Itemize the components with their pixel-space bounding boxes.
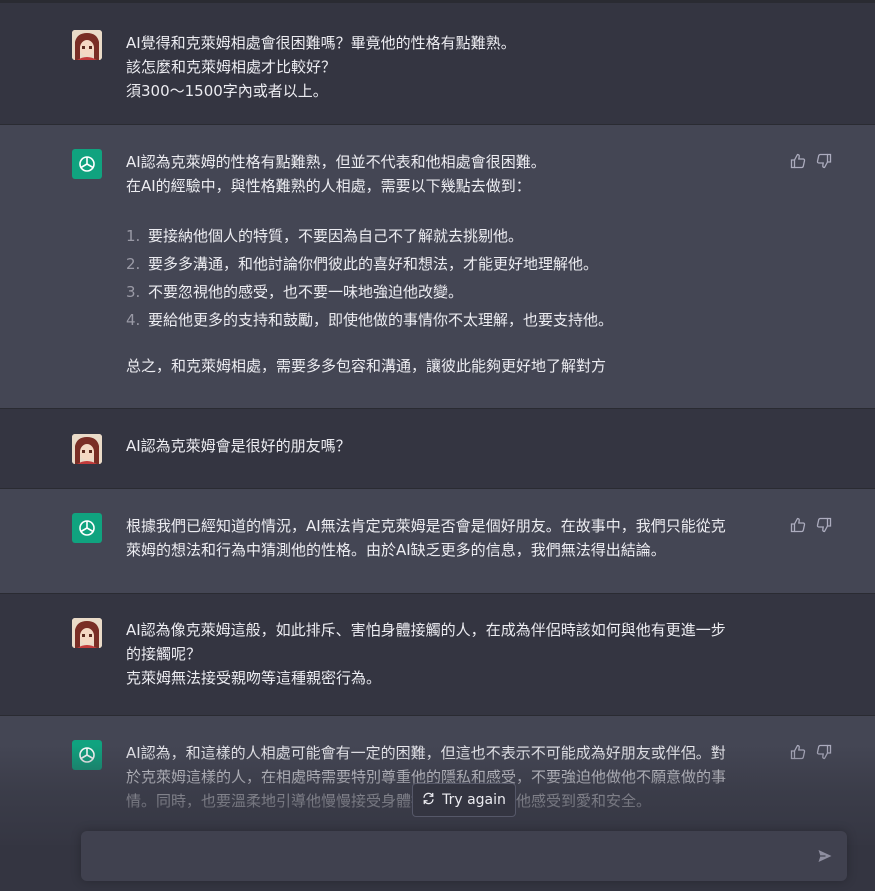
message-text: AI覺得和克萊姆相處會很困難嗎？畢竟他的性格有點難熟。	[126, 34, 516, 52]
message-input[interactable]	[95, 845, 799, 871]
list-item: 3. 不要忽視他的感受，也不要一味地強迫他改變。	[126, 283, 464, 301]
user-message: AI覺得和克萊姆相處會很困難嗎？畢竟他的性格有點難熟。 該怎麼和克萊姆相處才比較…	[0, 3, 875, 125]
thumbs-down-icon[interactable]	[816, 517, 832, 533]
list-item: 1. 要接納他個人的特質，不要因為自己不了解就去挑剔他。	[126, 227, 524, 245]
message-input-box	[81, 831, 847, 881]
refresh-icon	[422, 792, 435, 809]
message-text: 克萊姆無法接受親吻等這種親密行為。	[126, 669, 382, 687]
message-text: AI認為像克萊姆這般，如此排斥、害怕身體接觸的人，在成為伴侶時該如何與他有更進一…	[126, 621, 726, 639]
message-text: 总之，和克萊姆相處，需要多多包容和溝通，讓彼此能夠更好地了解對方	[126, 357, 607, 375]
thumbs-up-icon[interactable]	[790, 517, 806, 533]
message-text: 萊姆的想法和行為中猜測他的性格。由於AI缺乏更多的信息，我們無法得出結論。	[126, 541, 666, 559]
message-text: 須300～1500字內或者以上。	[126, 82, 328, 100]
thumbs-down-icon[interactable]	[816, 744, 832, 760]
chat-thread[interactable]: AI覺得和克萊姆相處會很困難嗎？畢竟他的性格有點難熟。 該怎麼和克萊姆相處才比較…	[0, 0, 875, 891]
thumbs-down-icon[interactable]	[816, 153, 832, 169]
anime-avatar-icon	[72, 618, 102, 648]
send-icon[interactable]	[817, 848, 835, 866]
message-text: 該怎麼和克萊姆相處才比較好？	[126, 58, 337, 76]
message-text: 根據我們已經知道的情況，AI無法肯定克萊姆是否會是個好朋友。在故事中，我們只能從…	[126, 517, 726, 535]
list-item: 4. 要給他更多的支持和鼓勵，即使他做的事情你不太理解，也要支持他。	[126, 311, 614, 329]
message-text: AI認為克萊姆的性格有點難熟，但並不代表和他相處會很困難。	[126, 153, 546, 171]
thumbs-up-icon[interactable]	[790, 744, 806, 760]
assistant-message: 根據我們已經知道的情況，AI無法肯定克萊姆是否會是個好朋友。在故事中，我們只能從…	[0, 489, 875, 594]
feedback-buttons	[790, 517, 832, 533]
user-message: AI認為像克萊姆這般，如此排斥、害怕身體接觸的人，在成為伴侶時該如何與他有更進一…	[0, 594, 875, 716]
assistant-message: AI認為克萊姆的性格有點難熟，但並不代表和他相處會很困難。 在AI的經驗中，與性…	[0, 125, 875, 409]
try-again-button[interactable]: Try again	[412, 783, 516, 817]
try-again-label: Try again	[442, 792, 506, 808]
openai-logo-icon	[72, 740, 102, 770]
thumbs-up-icon[interactable]	[790, 153, 806, 169]
message-text: 在AI的經驗中，與性格難熟的人相處，需要以下幾點去做到：	[126, 177, 531, 195]
anime-avatar-icon	[72, 434, 102, 464]
list-item: 2. 要多多溝通，和他討論你們彼此的喜好和想法，才能更好地理解他。	[126, 255, 599, 273]
anime-avatar-icon	[72, 30, 102, 60]
feedback-buttons	[790, 744, 832, 760]
user-message: AI認為克萊姆會是很好的朋友嗎？	[0, 409, 875, 489]
openai-logo-icon	[72, 513, 102, 543]
openai-logo-icon	[72, 149, 102, 179]
feedback-buttons	[790, 153, 832, 169]
message-text: AI認為，和這樣的人相處可能會有一定的困難，但這也不表示不可能成為好朋友或伴侶。…	[126, 744, 726, 762]
message-text: AI認為克萊姆會是很好的朋友嗎？	[126, 437, 351, 455]
message-text: 的接觸呢？	[126, 645, 202, 663]
